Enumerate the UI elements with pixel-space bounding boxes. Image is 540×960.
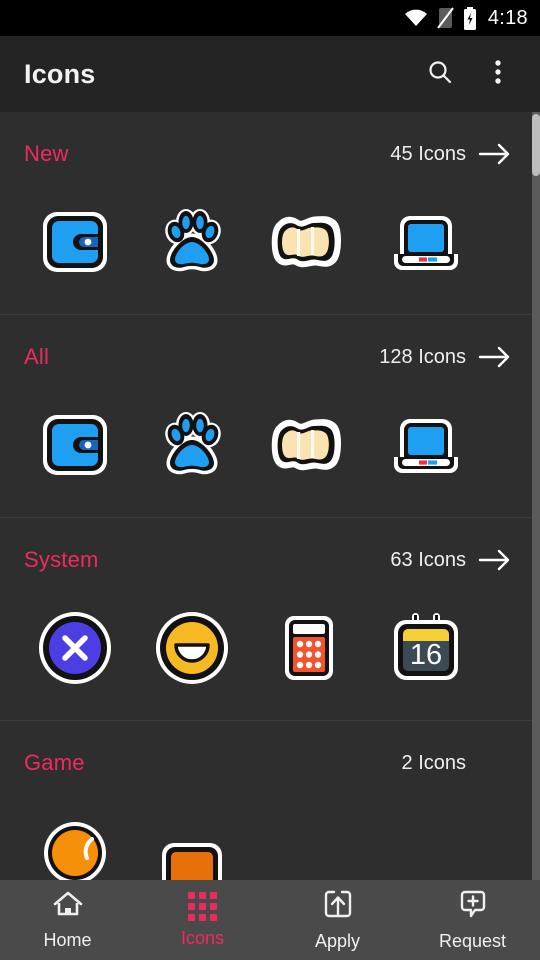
- bottom-navigation-bar: Home Icons Apply Request: [0, 880, 540, 960]
- arrow-right-icon[interactable]: [472, 548, 518, 572]
- icon-calculator-icon[interactable]: [250, 602, 367, 694]
- app-bar-actions: [416, 50, 522, 98]
- apply-upload-icon: [323, 889, 353, 924]
- section-title: Game: [24, 750, 85, 775]
- grid-icon: [188, 891, 217, 921]
- sections-scroll-area[interactable]: New 45 Icons All 128 Icons System 63 Ico…: [0, 112, 540, 880]
- vertical-scrollbar-thumb[interactable]: [532, 114, 540, 176]
- icon-row-system: 16: [0, 602, 540, 720]
- icon-folded-map-icon[interactable]: [250, 399, 367, 491]
- icon-paw-print-icon[interactable]: [133, 399, 250, 491]
- app-root: 4:18 Icons New 45 Icons All 128 Icons Sy…: [0, 0, 540, 960]
- icon-row-all: [0, 399, 540, 517]
- vertical-scrollbar-track[interactable]: [532, 112, 540, 880]
- icon-orange-ball-icon[interactable]: [16, 805, 133, 880]
- icon-paw-print-icon[interactable]: [133, 196, 250, 288]
- icon-wallet-icon[interactable]: [16, 399, 133, 491]
- icon-orange-card-icon[interactable]: [133, 805, 250, 880]
- search-button[interactable]: [416, 50, 464, 98]
- nav-item-home[interactable]: Home: [0, 880, 135, 960]
- section-title: New: [24, 141, 69, 166]
- arrow-right-icon[interactable]: [472, 345, 518, 369]
- icon-folded-map-icon[interactable]: [250, 196, 367, 288]
- svg-text:16: 16: [409, 639, 441, 671]
- icon-smiley-face-icon[interactable]: [133, 602, 250, 694]
- icon-laptop-icon[interactable]: [367, 196, 484, 288]
- icon-laptop-icon[interactable]: [367, 399, 484, 491]
- nav-label: Request: [438, 930, 507, 951]
- nav-label: Apply: [314, 930, 361, 951]
- nav-item-request[interactable]: Request: [405, 880, 540, 960]
- section-all: All 128 Icons: [0, 314, 540, 517]
- app-bar: Icons: [0, 36, 540, 112]
- icon-row-new: [0, 196, 540, 314]
- status-bar: 4:18: [0, 0, 540, 36]
- section-game: Game 2 Icons: [0, 720, 540, 880]
- battery-charging-icon: [463, 6, 477, 30]
- section-header-system[interactable]: System 63 Icons: [0, 518, 540, 602]
- section-count: 45 Icons: [390, 142, 466, 165]
- overflow-menu-button[interactable]: [474, 50, 522, 98]
- section-count: 2 Icons: [401, 751, 466, 774]
- nav-label: Icons: [180, 927, 225, 948]
- request-comment-plus-icon: [458, 889, 488, 924]
- section-count: 128 Icons: [379, 345, 466, 368]
- section-header-new[interactable]: New 45 Icons: [0, 112, 540, 196]
- arrow-right-icon[interactable]: [472, 142, 518, 166]
- status-bar-clock: 4:18: [487, 6, 528, 29]
- home-icon: [52, 890, 84, 923]
- nav-item-icons[interactable]: Icons: [135, 880, 270, 960]
- search-icon: [425, 57, 455, 92]
- section-header-game[interactable]: Game 2 Icons: [0, 721, 540, 805]
- section-system: System 63 Icons 16: [0, 517, 540, 720]
- section-title: All: [24, 344, 50, 369]
- nav-item-apply[interactable]: Apply: [270, 880, 405, 960]
- section-count: 63 Icons: [390, 548, 466, 571]
- more-vertical-icon: [494, 57, 502, 92]
- icon-calendar-16-icon[interactable]: 16: [367, 602, 484, 694]
- icon-wallet-icon[interactable]: [16, 196, 133, 288]
- section-title: System: [24, 547, 99, 572]
- page-title: Icons: [24, 58, 96, 89]
- wifi-icon: [404, 8, 428, 28]
- section-new: New 45 Icons: [0, 112, 540, 314]
- icon-row-game: [0, 805, 540, 880]
- nav-label: Home: [43, 929, 92, 950]
- signal-off-icon: [437, 7, 454, 29]
- icon-close-circle-icon[interactable]: [16, 602, 133, 694]
- section-header-all[interactable]: All 128 Icons: [0, 315, 540, 399]
